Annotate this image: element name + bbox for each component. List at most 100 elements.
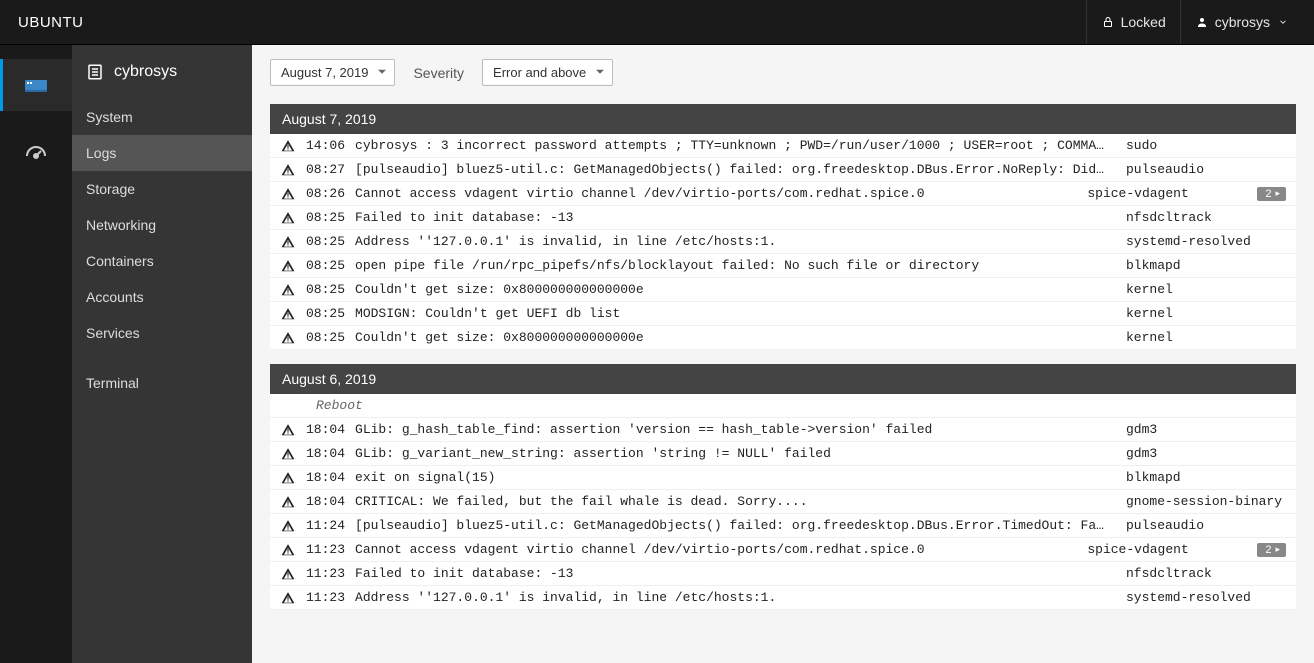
warning-icon	[280, 259, 296, 273]
host-icon	[86, 63, 104, 81]
log-message: Reboot	[316, 398, 1116, 413]
sidebar-item-system[interactable]: System	[72, 99, 252, 135]
sidebar-item-services[interactable]: Services	[72, 315, 252, 351]
sidebar-item-accounts[interactable]: Accounts	[72, 279, 252, 315]
main-content[interactable]: August 7, 2019 Severity Error and above …	[252, 45, 1314, 663]
topbar: UBUNTU Locked cybrosys	[0, 0, 1314, 45]
log-message: cybrosys : 3 incorrect password attempts…	[355, 138, 1116, 153]
log-message: CRITICAL: We failed, but the fail whale …	[355, 494, 1116, 509]
warning-icon	[280, 283, 296, 297]
server-icon	[24, 76, 48, 94]
warning-icon	[280, 211, 296, 225]
log-time: 08:25	[306, 306, 345, 321]
log-message: GLib: g_variant_new_string: assertion 's…	[355, 446, 1116, 461]
log-source: pulseaudio	[1126, 518, 1286, 533]
log-source: systemd-resolved	[1126, 590, 1286, 605]
log-row[interactable]: 08:27[pulseaudio] bluez5-util.c: GetMana…	[270, 158, 1296, 182]
log-group: August 6, 2019 Reboot 18:04GLib: g_hash_ta…	[270, 364, 1296, 610]
log-row[interactable]: 18:04GLib: g_hash_table_find: assertion …	[270, 418, 1296, 442]
chevron-down-icon	[1276, 15, 1290, 29]
log-row[interactable]: 11:23Address ''127.0.0.1' is invalid, in…	[270, 586, 1296, 610]
log-row[interactable]: 14:06 cybrosys : 3 incorrect password att…	[270, 134, 1296, 158]
log-message: Couldn't get size: 0x800000000000000e	[355, 330, 1116, 345]
sidebar-item-storage[interactable]: Storage	[72, 171, 252, 207]
locked-button[interactable]: Locked	[1086, 0, 1180, 44]
log-divider-row[interactable]: Reboot	[270, 394, 1296, 418]
log-message: exit on signal(15)	[355, 470, 1116, 485]
log-row[interactable]: 18:04 exit on signal(15) blkmapd	[270, 466, 1296, 490]
log-count-badge[interactable]: 2	[1257, 543, 1286, 557]
log-time: 14:06	[306, 138, 345, 153]
log-row[interactable]: 08:25 Couldn't get size: 0x80000000000000…	[270, 278, 1296, 302]
log-source: blkmapd	[1126, 258, 1286, 273]
log-time: 18:04	[306, 470, 345, 485]
rail-item-dashboard[interactable]	[0, 129, 72, 181]
lock-icon	[1101, 15, 1115, 29]
log-row[interactable]: 11:23 Cannot access vdagent virtio channe…	[270, 538, 1296, 562]
log-source: gdm3	[1126, 446, 1286, 461]
log-message: Failed to init database: -13	[355, 210, 1116, 225]
log-time: 08:25	[306, 258, 345, 273]
log-source: blkmapd	[1126, 470, 1286, 485]
log-time: 18:04	[306, 422, 345, 437]
log-row[interactable]: 08:26Cannot access vdagent virtio channe…	[270, 182, 1296, 206]
warning-icon	[280, 447, 296, 461]
log-toolbar: August 7, 2019 Severity Error and above	[270, 55, 1296, 104]
user-menu[interactable]: cybrosys	[1180, 0, 1304, 44]
warning-icon	[280, 591, 296, 605]
sidebar-header: cybrosys	[72, 45, 252, 99]
warning-icon	[280, 331, 296, 345]
log-source: gnome-session-binary	[1126, 494, 1286, 509]
nav-rail	[0, 45, 72, 663]
log-time: 08:27	[306, 162, 345, 177]
log-row[interactable]: 08:25Address ''127.0.0.1' is invalid, in…	[270, 230, 1296, 254]
warning-icon	[280, 139, 296, 153]
brand: UBUNTU	[18, 14, 84, 31]
log-time: 08:25	[306, 282, 345, 297]
log-count-badge[interactable]: 2	[1257, 187, 1286, 201]
log-source: gdm3	[1126, 422, 1286, 437]
log-message: Cannot access vdagent virtio channel /de…	[355, 542, 1077, 557]
warning-icon	[280, 495, 296, 509]
warning-icon	[280, 519, 296, 533]
log-row[interactable]: 08:25 MODSIGN: Couldn't get UEFI db list k…	[270, 302, 1296, 326]
date-filter-select[interactable]: August 7, 2019	[270, 59, 395, 86]
warning-icon	[280, 163, 296, 177]
log-message: Couldn't get size: 0x800000000000000e	[355, 282, 1116, 297]
log-row[interactable]: 18:04GLib: g_variant_new_string: asserti…	[270, 442, 1296, 466]
warning-icon	[280, 567, 296, 581]
log-time: 08:26	[306, 186, 345, 201]
log-message: Address ''127.0.0.1' is invalid, in line…	[355, 234, 1116, 249]
log-row[interactable]: 08:25Failed to init database: -13nfsdclt…	[270, 206, 1296, 230]
sidebar-item-terminal[interactable]: Terminal	[72, 365, 252, 401]
log-message: MODSIGN: Couldn't get UEFI db list	[355, 306, 1116, 321]
log-source: nfsdcltrack	[1126, 210, 1286, 225]
log-row[interactable]: 11:23Failed to init database: -13nfsdclt…	[270, 562, 1296, 586]
gauge-icon	[24, 143, 48, 167]
sidebar-item-networking[interactable]: Networking	[72, 207, 252, 243]
severity-label: Severity	[413, 65, 464, 81]
user-icon	[1195, 15, 1209, 29]
rail-item-host[interactable]	[0, 59, 72, 111]
log-time: 11:23	[306, 542, 345, 557]
log-row[interactable]: 18:04CRITICAL: We failed, but the fail w…	[270, 490, 1296, 514]
log-source: pulseaudio	[1126, 162, 1286, 177]
log-row[interactable]: 11:24[pulseaudio] bluez5-util.c: GetMana…	[270, 514, 1296, 538]
severity-filter-select[interactable]: Error and above	[482, 59, 613, 86]
warning-icon	[280, 471, 296, 485]
log-time: 11:24	[306, 518, 345, 533]
log-source: nfsdcltrack	[1126, 566, 1286, 581]
sidebar-item-containers[interactable]: Containers	[72, 243, 252, 279]
sidebar-item-logs[interactable]: Logs	[72, 135, 252, 171]
log-row[interactable]: 08:25open pipe file /run/rpc_pipefs/nfs/…	[270, 254, 1296, 278]
warning-icon	[280, 307, 296, 321]
sidebar: cybrosys SystemLogsStorageNetworkingCont…	[72, 45, 252, 663]
log-source: sudo	[1126, 138, 1286, 153]
log-source: kernel	[1126, 306, 1286, 321]
log-group-date: August 6, 2019	[270, 364, 1296, 394]
warning-icon	[280, 543, 296, 557]
sidebar-host-label: cybrosys	[114, 63, 177, 81]
log-row[interactable]: 08:25Couldn't get size: 0x80000000000000…	[270, 326, 1296, 350]
warning-icon	[280, 235, 296, 249]
warning-icon	[280, 187, 296, 201]
